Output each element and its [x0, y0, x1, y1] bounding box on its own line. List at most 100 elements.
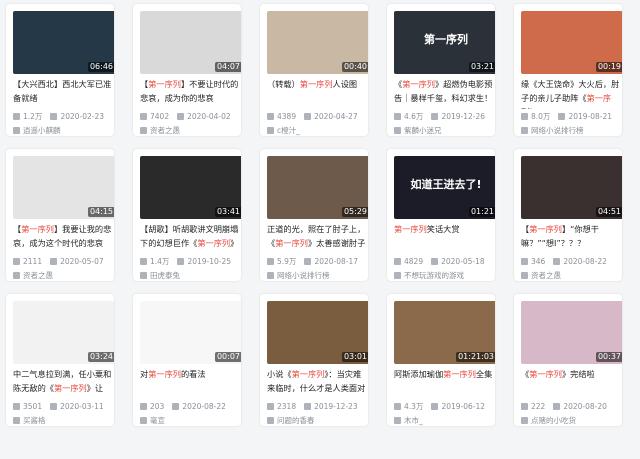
video-card[interactable]: 第一序列 03:21 《第一序列》超燃伪电影预告｜暴样千玺，科幻求生！ 4.6万 201…	[387, 4, 495, 136]
video-thumbnail[interactable]: 04:51	[521, 156, 622, 219]
video-card[interactable]: 00:37 《第一序列》完结啦 222 2020-08-20 点赌的小吃货	[514, 294, 622, 426]
video-title[interactable]: 《第一序列》超燃伪电影预告｜暴样千玺，科幻求生！	[394, 77, 495, 109]
play-count-icon	[267, 403, 274, 410]
clock-icon	[558, 113, 566, 120]
video-thumbnail[interactable]: 00:19	[521, 11, 622, 74]
video-card[interactable]: 00:07 对第一序列的看法 203 2020-08-22 毫宣	[133, 294, 241, 426]
duration-badge: 04:07	[214, 62, 241, 72]
play-count-icon	[267, 113, 274, 120]
video-thumbnail[interactable]: 第一序列 03:21	[394, 11, 495, 74]
uploader-name[interactable]: 毫宣	[140, 416, 241, 426]
play-count: 2318	[277, 402, 297, 411]
video-card[interactable]: 03:01 小说《第一序列》：当灾难来临时，什么才是人类面对 2318 2019-12…	[260, 294, 368, 426]
video-title[interactable]: 【胡歌】听胡歌讲文明崩塌下的幻想巨作《第一序列》	[140, 222, 241, 254]
video-stats: 1.4万 2019-10-25	[140, 257, 241, 267]
video-card[interactable]: 00:40 （转载）第一序列人设图 4389 2020-04-27 c橙汁_	[260, 4, 368, 136]
play-count: 222	[531, 402, 546, 411]
video-card[interactable]: 03:24 中二气息拉到满，任小粟和陈无敌的《第一序列》让 3501 2020-03-…	[6, 294, 114, 426]
user-icon	[267, 127, 274, 134]
uploader-name[interactable]: 点赌的小吃货	[521, 416, 622, 426]
video-card[interactable]: 如道王进去了! 01:21 第一序列笑话大赏 4829 2020-05-18 不想玩游戏的…	[387, 149, 495, 281]
video-title[interactable]: 中二气息拉到满，任小粟和陈无敌的《第一序列》让	[13, 367, 114, 399]
video-thumbnail[interactable]: 03:41	[140, 156, 241, 219]
video-title[interactable]: 【第一序列】“你想干嘛？”“想I”？？？	[521, 222, 622, 254]
video-title[interactable]: 【大兴西北】西北大军已准备就绪	[13, 77, 114, 109]
uploader-name[interactable]: 木市_	[394, 416, 495, 426]
video-thumbnail[interactable]: 04:15	[13, 156, 114, 219]
video-stats: 4.6万 2019-12-26	[394, 112, 495, 122]
play-count: 1.2万	[23, 112, 43, 121]
uploader-name[interactable]: 资者之愚	[521, 271, 622, 281]
video-card[interactable]: 04:51 【第一序列】“你想干嘛？”“想I”？？？ 346 2020-08-22 资者…	[514, 149, 622, 281]
duration-badge: 03:41	[214, 207, 241, 217]
uploader-name[interactable]: 资者之愚	[140, 126, 241, 136]
uploader-name[interactable]: 网络小说排行榜	[267, 271, 368, 281]
play-count: 4829	[404, 257, 424, 266]
uploader-name[interactable]: 不想玩游戏的游戏	[394, 271, 495, 281]
duration-badge: 04:15	[87, 207, 114, 217]
duration-badge: 04:51	[595, 207, 622, 217]
video-stats: 346 2020-08-22	[521, 257, 622, 267]
video-title[interactable]: 对第一序列的看法	[140, 367, 241, 399]
uploader-name[interactable]: 买酱格	[13, 416, 114, 426]
duration-badge: 00:40	[341, 62, 368, 72]
clock-icon	[50, 113, 58, 120]
video-card[interactable]: 06:46 【大兴西北】西北大军已准备就绪 1.2万 2020-02-23 逍遥小麒麟	[6, 4, 114, 136]
video-card[interactable]: 05:29 正道的光，照在了肘子上，《第一序列》太善感谢肘子 5.9万 2020-08…	[260, 149, 368, 281]
duration-badge: 03:01	[341, 352, 368, 362]
play-count: 3501	[23, 402, 43, 411]
clock-icon	[553, 258, 561, 265]
duration-badge: 03:24	[87, 352, 114, 362]
video-card[interactable]: 03:41 【胡歌】听胡歌讲文明崩塌下的幻想巨作《第一序列》 1.4万 2019-10…	[133, 149, 241, 281]
play-count-icon	[13, 403, 20, 410]
video-stats: 3501 2020-03-11	[13, 402, 114, 412]
upload-date: 2020-08-20	[563, 402, 607, 411]
upload-date: 2019-08-21	[568, 112, 613, 121]
thumbnail-caption: 如道王进去了!	[410, 178, 482, 191]
video-thumbnail[interactable]: 04:07	[140, 11, 241, 74]
video-title[interactable]: 正道的光，照在了肘子上，《第一序列》太善感谢肘子	[267, 222, 368, 254]
duration-badge: 01:21:03	[456, 352, 495, 362]
uploader-name[interactable]: 紫麟小迷兄	[394, 126, 495, 136]
play-count-icon	[521, 113, 528, 120]
video-thumbnail[interactable]: 如道王进去了! 01:21	[394, 156, 495, 219]
video-title[interactable]: 小说《第一序列》：当灾难来临时，什么才是人类面对	[267, 367, 368, 399]
user-icon	[267, 417, 274, 424]
video-card[interactable]: 01:21:03 阿斯添加瑜伽第一序列全集 4.3万 2019-06-12 木市_	[387, 294, 495, 426]
video-stats: 2111 2020-05-07	[13, 257, 114, 267]
video-thumbnail[interactable]: 00:37	[521, 301, 622, 364]
user-icon	[140, 127, 147, 134]
video-stats: 7402 2020-04-02	[140, 112, 241, 122]
video-thumbnail[interactable]: 06:46	[13, 11, 114, 74]
video-thumbnail[interactable]: 00:07	[140, 301, 241, 364]
uploader-name[interactable]: 问题的香春	[267, 416, 368, 426]
video-thumbnail[interactable]: 03:24	[13, 301, 114, 364]
video-title[interactable]: 《第一序列》完结啦	[521, 367, 622, 399]
play-count-icon	[394, 258, 401, 265]
thumbnail-caption: 第一序列	[424, 33, 468, 46]
uploader-name[interactable]: 资者之愚	[13, 271, 114, 281]
video-card[interactable]: 04:07 【第一序列】不要让时代的悲哀，成为你的悲哀 7402 2020-04-02…	[133, 4, 241, 136]
clock-icon	[50, 403, 58, 410]
video-title[interactable]: 【第一序列】不要让时代的悲哀，成为你的悲哀	[140, 77, 241, 109]
video-thumbnail[interactable]: 03:01	[267, 301, 368, 364]
video-title[interactable]: 缘《大王饶命》大火后，肘子的亲儿子助阵《第一序列》	[521, 77, 622, 109]
video-card[interactable]: 04:15 【第一序列】我要让我的悲哀，成为这个时代的悲哀 2111 2020-05-…	[6, 149, 114, 281]
video-thumbnail[interactable]: 05:29	[267, 156, 368, 219]
clock-icon	[304, 403, 312, 410]
upload-date: 2020-02-23	[60, 112, 105, 121]
play-count: 346	[531, 257, 546, 266]
video-title[interactable]: （转载）第一序列人设图	[267, 77, 368, 109]
video-stats: 2318 2019-12-23	[267, 402, 368, 412]
uploader-name[interactable]: 田虎泰兔	[140, 271, 241, 281]
video-title[interactable]: 阿斯添加瑜伽第一序列全集	[394, 367, 495, 399]
video-title[interactable]: 【第一序列】我要让我的悲哀，成为这个时代的悲哀	[13, 222, 114, 254]
play-count-icon	[140, 403, 147, 410]
video-title[interactable]: 第一序列笑话大赏	[394, 222, 495, 254]
video-thumbnail[interactable]: 01:21:03	[394, 301, 495, 364]
uploader-name[interactable]: c橙汁_	[267, 126, 368, 136]
uploader-name[interactable]: 网络小说排行榜	[521, 126, 622, 136]
uploader-name[interactable]: 逍遥小麒麟	[13, 126, 114, 136]
video-card[interactable]: 00:19 缘《大王饶命》大火后，肘子的亲儿子助阵《第一序列》 8.0万 2019-0…	[514, 4, 622, 136]
video-thumbnail[interactable]: 00:40	[267, 11, 368, 74]
